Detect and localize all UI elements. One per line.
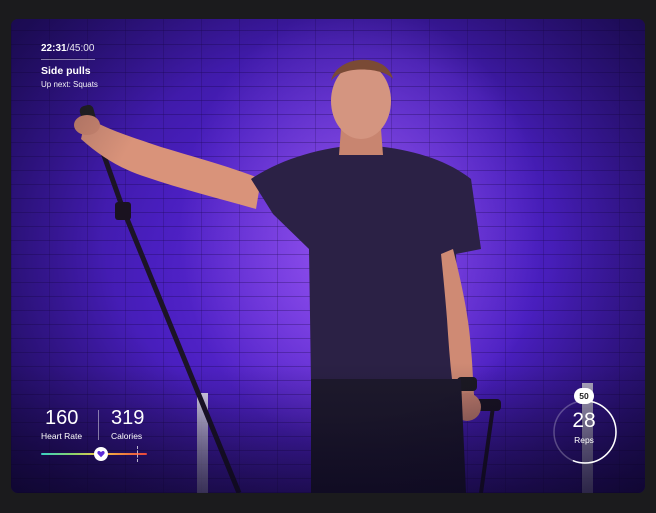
reps-target-badge: 50 <box>574 388 594 404</box>
heart-rate-label: Heart Rate <box>41 431 83 441</box>
heart-icon <box>97 450 106 458</box>
heart-rate-value: 160 <box>45 407 79 429</box>
calories-value: 319 <box>111 407 145 429</box>
workout-timer: 22:31/45:00 <box>41 43 94 54</box>
elapsed-time: 22:31 <box>41 43 67 54</box>
current-exercise-title: Side pulls <box>41 65 91 77</box>
up-next-exercise: Up next: Squats <box>41 80 98 89</box>
total-time: /45:00 <box>66 43 95 54</box>
reps-label: Reps <box>574 435 594 445</box>
timer-divider <box>41 59 95 60</box>
calories-label: Calories <box>111 431 143 441</box>
stats-divider <box>98 410 99 440</box>
reps-count: 28 <box>572 409 596 432</box>
workout-video-frame[interactable]: 22:31/45:00 Side pulls Up next: Squats 1… <box>11 19 645 493</box>
heart-rate-target-marker <box>137 446 138 462</box>
